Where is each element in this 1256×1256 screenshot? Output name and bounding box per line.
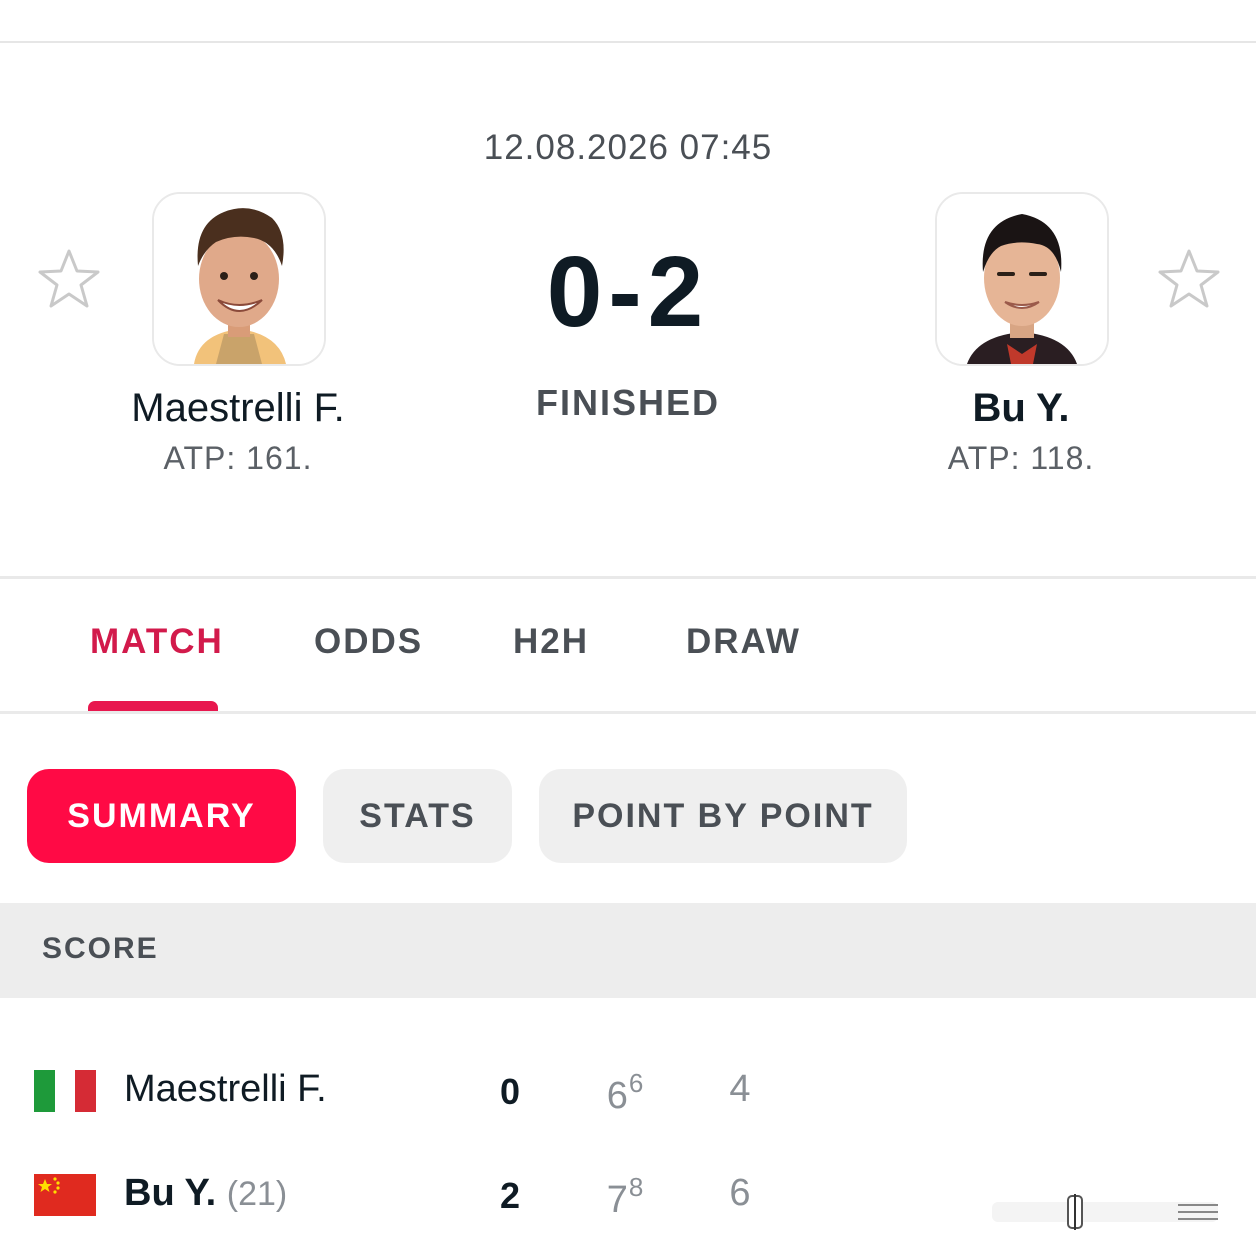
china-flag-icon (34, 1174, 96, 1216)
top-divider (0, 41, 1256, 43)
away-favorite-star-icon[interactable] (1157, 247, 1221, 311)
home-sets-won: 0 (499, 1071, 521, 1112)
tabs-divider (0, 711, 1256, 714)
subtab-stats-label: STATS (359, 796, 476, 835)
score-row-away-name[interactable]: Bu Y. (21) (124, 1172, 287, 1215)
home-player-photo[interactable] (152, 192, 326, 366)
home-set1-score: 66 (595, 1068, 655, 1118)
tab-odds[interactable]: ODDS (314, 622, 423, 662)
home-set1-games: 6 (606, 1075, 628, 1117)
match-score: 0-2 (546, 236, 710, 348)
away-seed: (21) (226, 1175, 288, 1213)
home-favorite-star-icon[interactable] (37, 247, 101, 311)
subtab-point-by-point-label: POINT BY POINT (572, 796, 874, 835)
match-status: FINISHED (535, 382, 720, 423)
match-date-time: 12.08.2026 07:45 (483, 128, 773, 167)
away-player-rank: ATP: 118. (947, 440, 1095, 476)
away-set1-score: 78 (595, 1172, 655, 1222)
away-set2-score: 6 (729, 1172, 751, 1214)
italy-flag-icon (34, 1070, 96, 1112)
tab-match[interactable]: MATCH (90, 622, 224, 662)
subtab-summary-button[interactable]: SUMMARY (27, 769, 296, 863)
away-set1-games: 7 (606, 1179, 628, 1221)
away-player-name[interactable]: Bu Y. (851, 386, 1191, 431)
home-player-rank: ATP: 161. (163, 440, 313, 476)
score-section-header (0, 903, 1256, 998)
tab-draw[interactable]: DRAW (686, 622, 801, 662)
away-player-photo[interactable] (935, 192, 1109, 366)
score-section-title: SCORE (42, 932, 159, 965)
away-sets-won: 2 (499, 1175, 521, 1216)
drag-handle-icon[interactable] (992, 1192, 1230, 1232)
score-row-home-name-text: Maestrelli F. (124, 1068, 327, 1110)
subtab-stats-button[interactable]: STATS (323, 769, 512, 863)
subtab-summary-label: SUMMARY (67, 796, 256, 835)
subtab-point-by-point-button[interactable]: POINT BY POINT (539, 769, 907, 863)
score-row-home-name[interactable]: Maestrelli F. (124, 1068, 327, 1111)
header-divider (0, 576, 1256, 579)
home-player-name[interactable]: Maestrelli F. (68, 386, 408, 431)
away-set1-tiebreak: 8 (628, 1172, 644, 1202)
home-set2-score: 4 (729, 1068, 751, 1110)
score-row-away-name-text: Bu Y. (124, 1172, 217, 1214)
home-set1-tiebreak: 6 (628, 1068, 644, 1098)
tab-h2h[interactable]: H2H (513, 622, 589, 662)
